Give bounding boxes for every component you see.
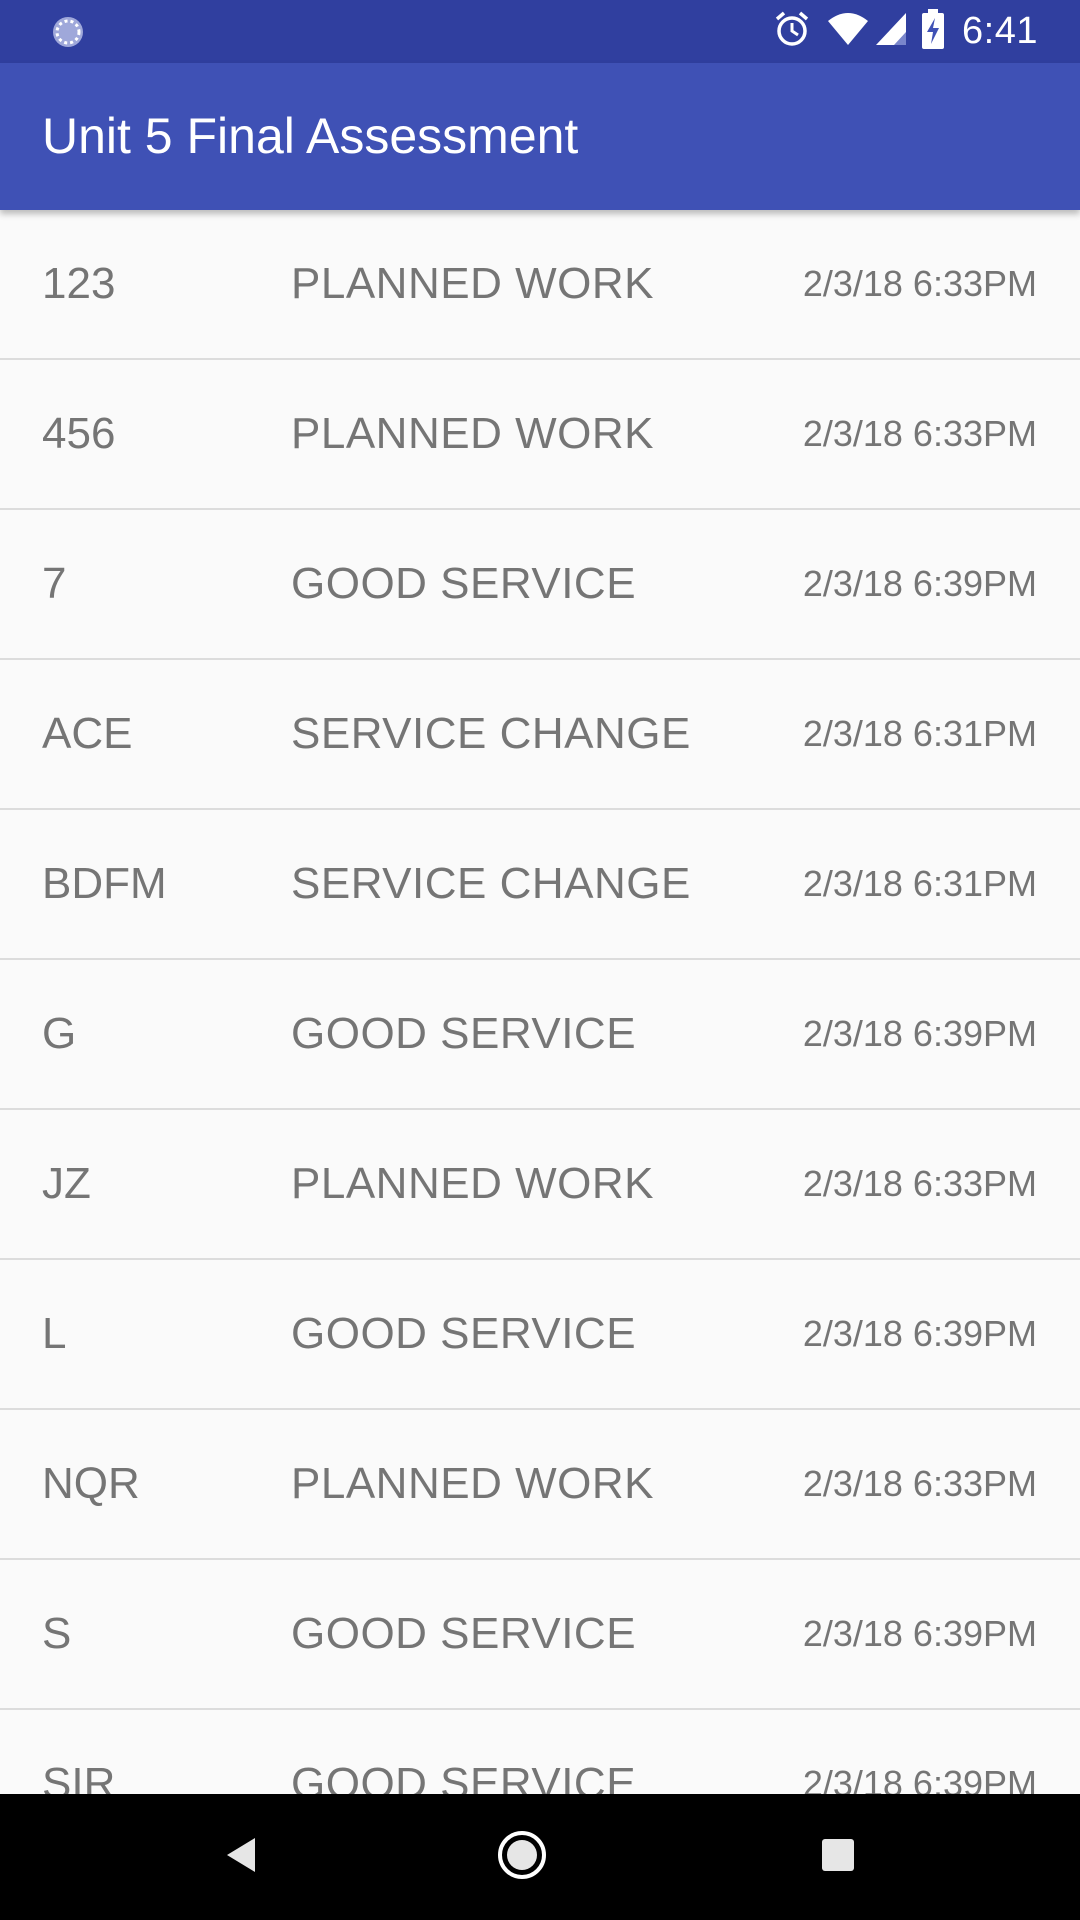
status-icons: 6:41 bbox=[758, 0, 1038, 63]
line-name: S bbox=[42, 1609, 72, 1658]
list-item[interactable]: NQR PLANNED WORK 2/3/18 6:33PM bbox=[0, 1410, 1080, 1560]
service-status: GOOD SERVICE bbox=[291, 1009, 637, 1058]
service-status: PLANNED WORK bbox=[291, 409, 654, 458]
service-status: SERVICE CHANGE bbox=[291, 709, 691, 758]
list-item[interactable]: ACE SERVICE CHANGE 2/3/18 6:31PM bbox=[0, 660, 1080, 810]
alarm-icon bbox=[772, 9, 812, 54]
service-status-list[interactable]: 123 PLANNED WORK 2/3/18 6:33PM 456 PLANNED W… bbox=[0, 210, 1080, 1794]
status-timestamp: 2/3/18 6:39PM bbox=[802, 563, 1037, 604]
status-timestamp: 2/3/18 6:31PM bbox=[802, 863, 1037, 904]
list-item[interactable]: 7 GOOD SERVICE 2/3/18 6:39PM bbox=[0, 510, 1080, 660]
list-item[interactable]: JZ PLANNED WORK 2/3/18 6:33PM bbox=[0, 1110, 1080, 1260]
line-name: G bbox=[42, 1009, 77, 1058]
status-timestamp: 2/3/18 6:39PM bbox=[802, 1013, 1037, 1054]
recents-icon bbox=[821, 1838, 855, 1877]
status-timestamp: 2/3/18 6:39PM bbox=[802, 1313, 1037, 1354]
back-button[interactable] bbox=[171, 1794, 311, 1920]
battery-charging-icon bbox=[922, 9, 945, 54]
service-status: PLANNED WORK bbox=[291, 1159, 654, 1208]
line-name: 123 bbox=[42, 259, 116, 308]
wifi-icon bbox=[826, 11, 870, 52]
status-bar: 6:41 bbox=[0, 0, 1080, 63]
status-timestamp: 2/3/18 6:39PM bbox=[802, 1613, 1037, 1654]
home-icon bbox=[497, 1830, 547, 1885]
back-icon bbox=[223, 1836, 259, 1879]
line-name: BDFM bbox=[42, 859, 167, 908]
service-status: PLANNED WORK bbox=[291, 1459, 654, 1508]
service-status: SERVICE CHANGE bbox=[291, 859, 691, 908]
service-status: PLANNED WORK bbox=[291, 259, 654, 308]
signal-icon bbox=[874, 11, 908, 52]
list-item[interactable]: L GOOD SERVICE 2/3/18 6:39PM bbox=[0, 1260, 1080, 1410]
list-item[interactable]: G GOOD SERVICE 2/3/18 6:39PM bbox=[0, 960, 1080, 1110]
list-item[interactable]: SIR GOOD SERVICE 2/3/18 6:39PM bbox=[0, 1710, 1080, 1794]
service-status: GOOD SERVICE bbox=[291, 1309, 637, 1358]
sync-icon bbox=[50, 14, 86, 50]
list-item[interactable]: 123 PLANNED WORK 2/3/18 6:33PM bbox=[0, 210, 1080, 360]
clock-time: 6:41 bbox=[962, 10, 1038, 52]
line-name: ACE bbox=[42, 709, 133, 758]
line-name: JZ bbox=[42, 1159, 91, 1208]
app-bar: Unit 5 Final Assessment bbox=[0, 63, 1080, 210]
service-status: GOOD SERVICE bbox=[291, 1759, 637, 1794]
status-timestamp: 2/3/18 6:39PM bbox=[802, 1763, 1037, 1794]
line-name: 7 bbox=[42, 559, 67, 608]
status-timestamp: 2/3/18 6:33PM bbox=[802, 1463, 1037, 1504]
recents-button[interactable] bbox=[768, 1794, 908, 1920]
app-title: Unit 5 Final Assessment bbox=[42, 108, 579, 164]
status-timestamp: 2/3/18 6:31PM bbox=[802, 713, 1037, 754]
line-name: NQR bbox=[42, 1459, 140, 1508]
status-timestamp: 2/3/18 6:33PM bbox=[802, 1163, 1037, 1204]
status-timestamp: 2/3/18 6:33PM bbox=[802, 263, 1037, 304]
service-status: GOOD SERVICE bbox=[291, 1609, 637, 1658]
line-name: L bbox=[42, 1309, 67, 1358]
service-status: GOOD SERVICE bbox=[291, 559, 637, 608]
line-name: 456 bbox=[42, 409, 116, 458]
list-item[interactable]: S GOOD SERVICE 2/3/18 6:39PM bbox=[0, 1560, 1080, 1710]
navigation-bar bbox=[0, 1794, 1080, 1920]
status-timestamp: 2/3/18 6:33PM bbox=[802, 413, 1037, 454]
line-name: SIR bbox=[42, 1759, 116, 1794]
list-item[interactable]: BDFM SERVICE CHANGE 2/3/18 6:31PM bbox=[0, 810, 1080, 960]
home-button[interactable] bbox=[452, 1794, 592, 1920]
list-item[interactable]: 456 PLANNED WORK 2/3/18 6:33PM bbox=[0, 360, 1080, 510]
